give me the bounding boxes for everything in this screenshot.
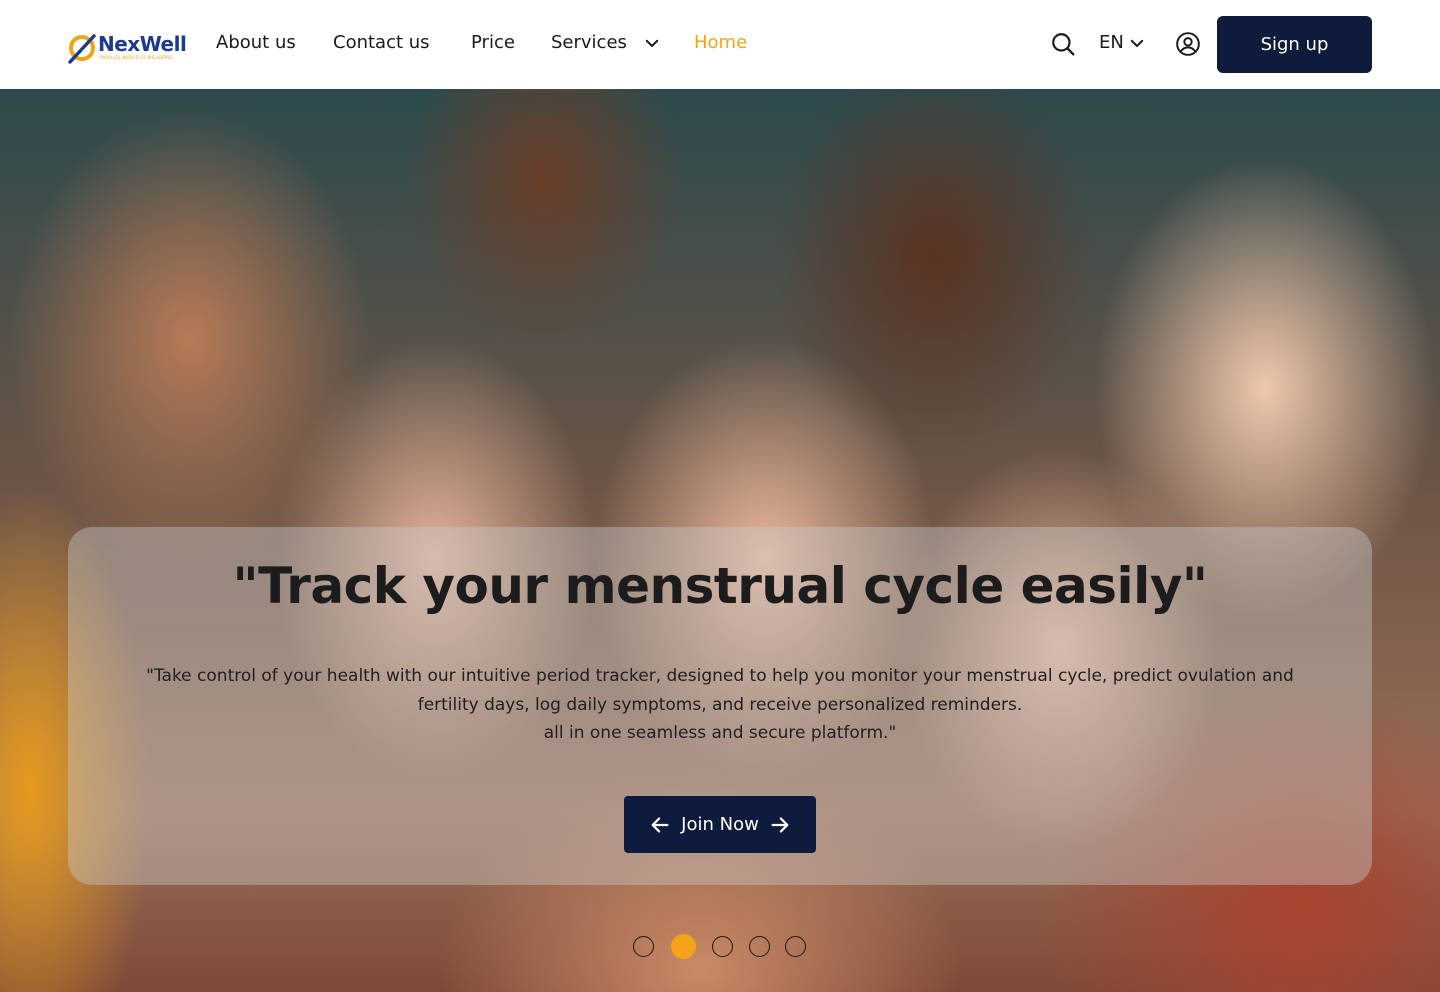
hero-banner: "Track your menstrual cycle easily" "Tak… [0, 89, 1440, 992]
logo-mark-icon [66, 26, 98, 64]
brand-logo[interactable]: NexWell PARALLEL WORLD OF WELLBEING [66, 24, 188, 64]
nav-item-about[interactable]: About us [216, 32, 296, 53]
nav-item-services-label: Services [551, 32, 627, 53]
hero-description: "Take control of your health with our in… [98, 662, 1342, 748]
join-now-button[interactable]: Join Now [624, 796, 816, 853]
hero-description-line: "Take control of your health with our in… [146, 666, 1294, 686]
search-icon[interactable] [1050, 31, 1076, 57]
carousel-dot[interactable] [749, 936, 770, 957]
site-header: NexWell PARALLEL WORLD OF WELLBEING Abou… [0, 0, 1440, 89]
signup-button[interactable]: Sign up [1217, 16, 1372, 73]
brand-name: NexWell [98, 32, 187, 56]
nav-item-contact[interactable]: Contact us [333, 32, 430, 53]
nav-item-price[interactable]: Price [471, 32, 515, 53]
arrow-left-icon [651, 816, 669, 833]
chevron-down-icon [1130, 39, 1144, 47]
brand-tagline: PARALLEL WORLD OF WELLBEING [100, 55, 173, 60]
carousel-dot[interactable] [633, 936, 654, 957]
join-now-label: Join Now [681, 814, 759, 835]
language-label: EN [1099, 32, 1124, 53]
nav-item-services[interactable]: Services [551, 32, 661, 53]
carousel-dot-active[interactable] [671, 934, 696, 959]
carousel-dot[interactable] [785, 936, 806, 957]
language-selector[interactable]: EN [1099, 32, 1146, 53]
hero-description-line: fertility days, log daily symptoms, and … [417, 694, 1023, 715]
hero-title: "Track your menstrual cycle easily" [232, 557, 1208, 615]
carousel-dot[interactable] [712, 936, 733, 957]
hero-description-line: all in one seamless and secure platform.… [543, 723, 897, 743]
arrow-right-icon [771, 816, 789, 833]
user-account-icon[interactable] [1175, 31, 1201, 57]
nav-item-home[interactable]: Home [694, 32, 747, 53]
chevron-down-icon [645, 39, 658, 47]
